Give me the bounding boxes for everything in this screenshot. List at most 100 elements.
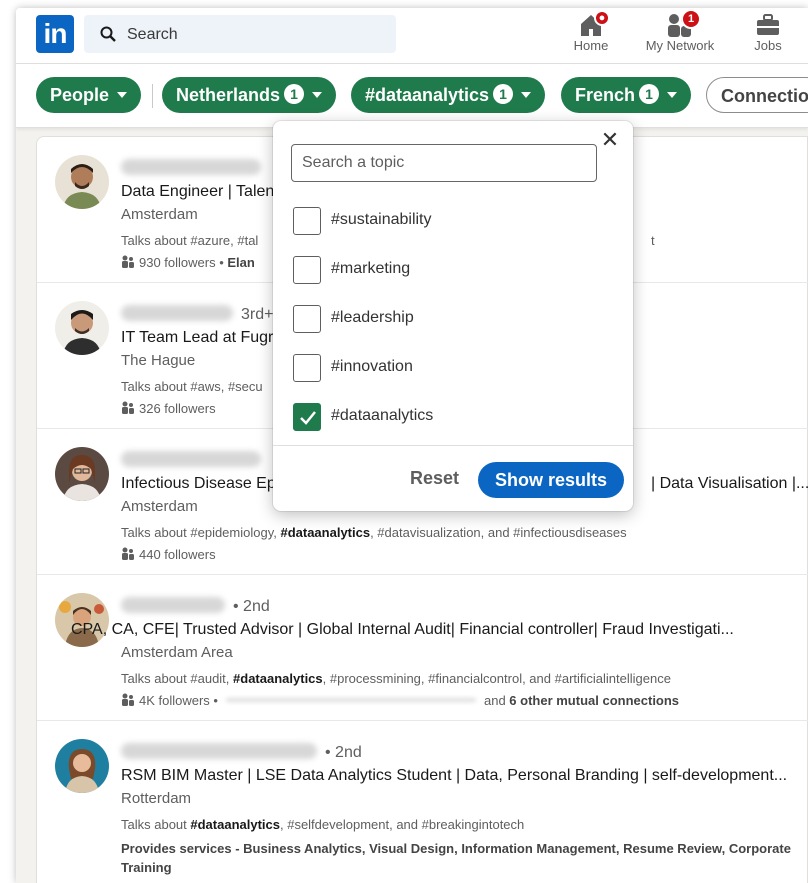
member-name[interactable]: • 2nd [121, 597, 270, 616]
search-placeholder: Search [127, 26, 178, 43]
search-icon [100, 26, 116, 42]
member-name[interactable]: 3rd+ [121, 305, 273, 324]
home-notification-badge: ● [594, 10, 610, 26]
nav-home[interactable]: ● Home [566, 10, 616, 53]
member-headline: CPA, CA, CFE| Trusted Advisor | Global I… [71, 621, 734, 638]
member-location: The Hague [121, 352, 196, 369]
filter-connections-label: Connectio [721, 86, 808, 106]
checkbox[interactable] [293, 207, 321, 235]
nav-my-network[interactable]: 1 My Network [640, 9, 720, 53]
people-icon [122, 401, 134, 414]
global-search[interactable]: Search [84, 15, 396, 53]
member-services: Provides services - Business Analytics, … [121, 841, 791, 875]
member-headline-tail: | Data Visualisation |... [651, 475, 808, 492]
option-label: #marketing [331, 260, 411, 277]
member-name[interactable] [121, 451, 261, 470]
checkbox[interactable] [293, 256, 321, 284]
option-label: #leadership [331, 309, 414, 326]
topics-text: , #processmining, #financialcontrol, and… [322, 671, 671, 686]
followers-count: 440 followers [139, 547, 216, 562]
filter-count-badge: 1 [639, 84, 660, 104]
topics-text: Talks about [121, 817, 191, 832]
member-followers: 4K followers • and 6 other mutual connect… [121, 693, 679, 708]
member-topics: Talks about #epidemiology, #dataanalytic… [121, 525, 627, 540]
avatar[interactable] [55, 739, 109, 793]
option-label: #sustainability [331, 211, 432, 228]
network-count-badge: 1 [681, 9, 701, 29]
show-results-button[interactable]: Show results [478, 462, 624, 498]
topic-search-input[interactable] [291, 144, 597, 182]
filter-topic[interactable]: #dataanalytics 1 [351, 77, 546, 113]
topics-highlight: #dataanalytics [190, 817, 280, 832]
filter-topic-label: #dataanalytics [365, 85, 490, 105]
checkbox-checked[interactable] [293, 403, 321, 431]
mutual-connection: Elan [227, 255, 255, 270]
avatar[interactable] [55, 301, 109, 355]
people-icon [122, 693, 134, 706]
avatar[interactable] [55, 155, 109, 209]
member-name[interactable] [121, 159, 261, 178]
topics-text: Talks about #epidemiology, [121, 525, 281, 540]
topics-text: Talks about #audit, [121, 671, 234, 686]
filter-people[interactable]: People [36, 77, 142, 113]
member-headline: Infectious Disease Ep [121, 475, 276, 492]
result-card[interactable]: • 2nd CPA, CA, CFE| Trusted Advisor | Gl… [37, 575, 808, 721]
filter-connections[interactable]: Connectio [706, 77, 808, 113]
member-followers: 326 followers [121, 401, 216, 416]
chevron-down-icon [667, 92, 678, 98]
result-card[interactable]: • 2nd RSM BIM Master | LSE Data Analytic… [37, 721, 808, 883]
filter-location[interactable]: Netherlands 1 [162, 77, 337, 113]
briefcase-icon [757, 14, 779, 35]
filter-people-label: People [50, 85, 110, 105]
connection-degree: 3rd+ [241, 306, 274, 323]
app-window: in Search ● Home 1 My Network Jobs Peopl… [16, 8, 808, 883]
member-topics: Talks about #aws, #secu [121, 379, 263, 394]
avatar[interactable] [55, 447, 109, 501]
member-name[interactable]: • 2nd [121, 743, 362, 762]
member-location: Amsterdam Area [121, 644, 233, 661]
linkedin-logo[interactable]: in [36, 15, 74, 53]
member-topics-tail: t [651, 233, 655, 248]
blurred-mutual-names [225, 698, 476, 702]
nav-my-network-label: My Network [645, 38, 715, 53]
blurred-name [121, 159, 261, 175]
chevron-down-icon [117, 92, 128, 98]
member-topics: Talks about #dataanalytics, #selfdevelop… [121, 817, 524, 832]
checkbox[interactable] [293, 305, 321, 333]
blurred-name [121, 597, 225, 613]
blurred-name [121, 305, 233, 321]
connection-degree: • 2nd [325, 744, 362, 761]
member-headline: RSM BIM Master | LSE Data Analytics Stud… [121, 767, 788, 784]
blurred-name [121, 743, 317, 759]
people-icon [122, 547, 134, 560]
topics-text: , #datavisualization, and #infectiousdis… [370, 525, 627, 540]
blurred-name [121, 451, 261, 467]
filter-language[interactable]: French 1 [561, 77, 692, 113]
member-followers: 440 followers [121, 547, 216, 562]
member-headline: IT Team Lead at Fugr [121, 329, 274, 346]
chevron-down-icon [312, 92, 323, 98]
close-icon[interactable]: ✕ [599, 129, 621, 151]
member-followers: 930 followers • Elan [121, 255, 255, 270]
topics-text: Talks about #azure, #tal [121, 233, 259, 248]
member-topics: Talks about #audit, #dataanalytics, #pro… [121, 671, 671, 686]
top-nav: in Search ● Home 1 My Network Jobs [16, 8, 808, 64]
filter-location-label: Netherlands [176, 85, 281, 105]
people-icon [122, 255, 134, 268]
filter-count-badge: 1 [284, 84, 305, 104]
member-location: Amsterdam [121, 206, 198, 223]
followers-count: 326 followers [139, 401, 216, 416]
chevron-down-icon [521, 92, 532, 98]
nav-jobs[interactable]: Jobs [746, 12, 790, 53]
checkmark-icon [300, 411, 316, 425]
topics-highlight: #dataanalytics [233, 671, 323, 686]
topic-filter-dropdown: ✕ #sustainability #marketing #leadership… [273, 121, 633, 511]
mutual-connections-link[interactable]: 6 other mutual connections [509, 693, 679, 708]
filter-bar: People Netherlands 1 #dataanalytics 1 Fren… [16, 64, 808, 128]
reset-button[interactable]: Reset [410, 468, 459, 489]
filter-language-label: French [575, 85, 636, 105]
connection-degree: • 2nd [233, 598, 270, 615]
filter-count-badge: 1 [493, 84, 514, 104]
mutual-text: and [483, 693, 510, 708]
checkbox[interactable] [293, 354, 321, 382]
